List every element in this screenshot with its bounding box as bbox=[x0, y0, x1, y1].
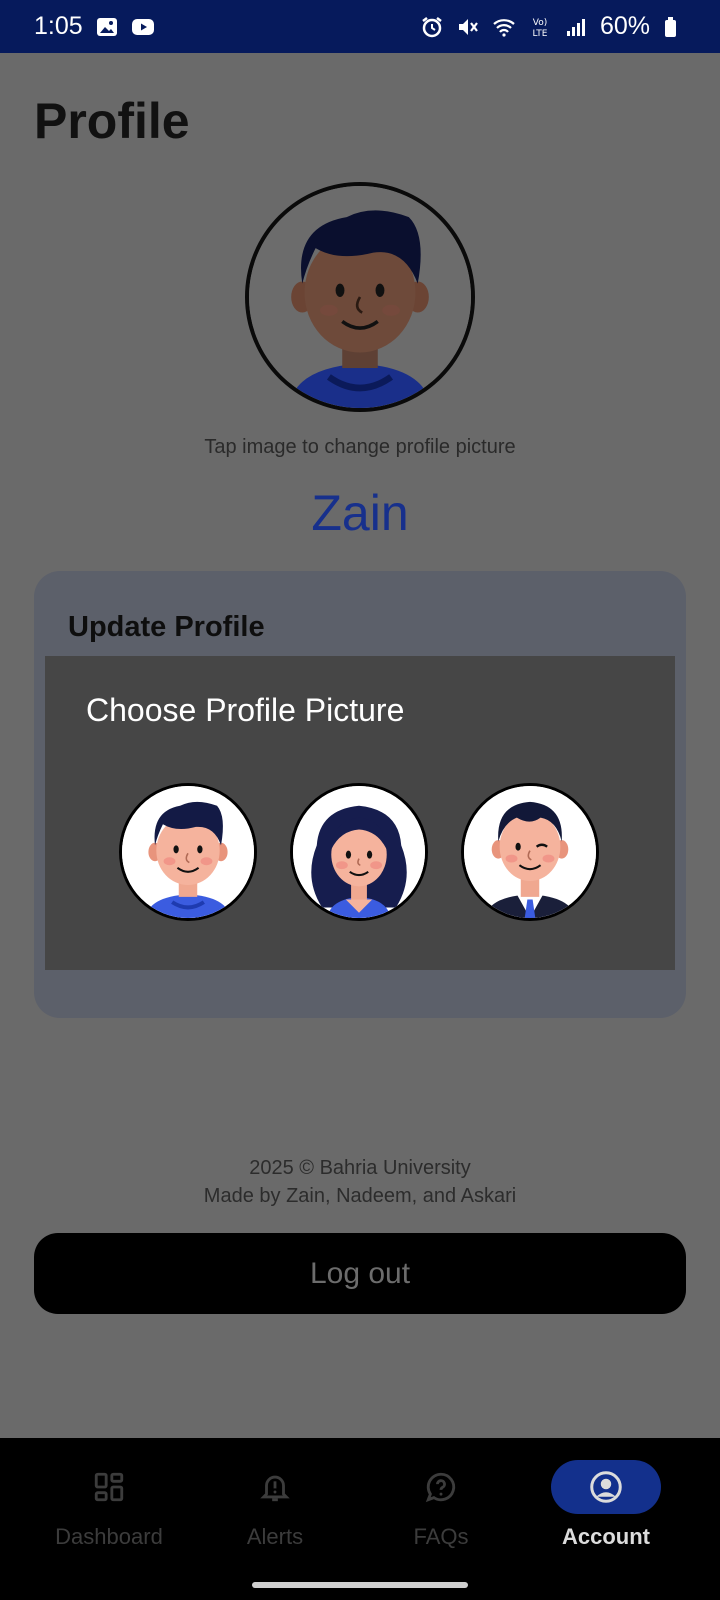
nav-item-faqs[interactable]: FAQs bbox=[351, 1438, 531, 1568]
nav-label-alerts: Alerts bbox=[246, 1524, 304, 1549]
boy-avatar-illustration bbox=[122, 786, 254, 918]
nav-label-faqs: FAQs bbox=[413, 1524, 469, 1549]
boy-avatar-illustration bbox=[249, 186, 471, 408]
question-icon bbox=[425, 1472, 456, 1503]
alarm-icon bbox=[420, 15, 444, 39]
account-icon bbox=[590, 1471, 622, 1503]
nav-item-dashboard[interactable]: Dashboard bbox=[19, 1438, 199, 1568]
status-left: 1:05 bbox=[34, 12, 155, 41]
mute-icon bbox=[456, 15, 480, 39]
nav-icon-container bbox=[551, 1460, 661, 1514]
update-profile-title: Update Profile bbox=[68, 611, 265, 643]
bottom-nav: Dashboard Alerts FAQs Account bbox=[0, 1438, 720, 1600]
nav-label-dashboard: Dashboard bbox=[55, 1524, 163, 1549]
page-title: Profile bbox=[34, 93, 190, 149]
avatar-option-businessman[interactable] bbox=[461, 783, 599, 921]
nav-item-alerts[interactable]: Alerts bbox=[185, 1438, 365, 1568]
avatar-option-boy[interactable] bbox=[119, 783, 257, 921]
svg-text:Vo): Vo) bbox=[533, 18, 547, 28]
gallery-icon bbox=[95, 15, 119, 39]
avatar-hint: Tap image to change profile picture bbox=[204, 436, 516, 458]
footer-credits: Made by Zain, Nadeem, and Askari bbox=[203, 1185, 517, 1207]
nav-label-account: Account bbox=[562, 1524, 650, 1549]
youtube-icon bbox=[131, 15, 155, 39]
avatar-option-girl[interactable] bbox=[290, 783, 428, 921]
dialog-title: Choose Profile Picture bbox=[86, 692, 405, 728]
profile-avatar[interactable] bbox=[245, 182, 475, 412]
status-bar: 1:05 Vo) LTE 60% bbox=[0, 0, 720, 53]
lte-icon: Vo) LTE bbox=[528, 15, 552, 39]
wifi-icon bbox=[492, 15, 516, 39]
signal-icon bbox=[564, 15, 588, 39]
nav-item-account[interactable]: Account bbox=[516, 1438, 696, 1568]
status-right: Vo) LTE 60% bbox=[420, 12, 686, 41]
nav-icon-container bbox=[386, 1460, 496, 1514]
businessman-avatar-illustration bbox=[464, 786, 596, 918]
choose-picture-dialog: Choose Profile Picture bbox=[45, 656, 675, 970]
girl-avatar-illustration bbox=[293, 786, 425, 918]
svg-text:LTE: LTE bbox=[532, 29, 547, 39]
battery-percent: 60% bbox=[599, 12, 650, 40]
footer-copyright: 2025 © Bahria University bbox=[249, 1157, 471, 1179]
nav-icon-container bbox=[220, 1460, 330, 1514]
dashboard-icon bbox=[94, 1472, 124, 1502]
home-indicator[interactable] bbox=[252, 1582, 468, 1588]
status-time: 1:05 bbox=[34, 12, 83, 40]
battery-icon bbox=[662, 15, 686, 39]
bell-icon bbox=[260, 1475, 290, 1502]
logout-button[interactable]: Log out bbox=[34, 1233, 686, 1314]
user-name: Zain bbox=[311, 485, 409, 541]
nav-icon-container bbox=[54, 1460, 164, 1514]
